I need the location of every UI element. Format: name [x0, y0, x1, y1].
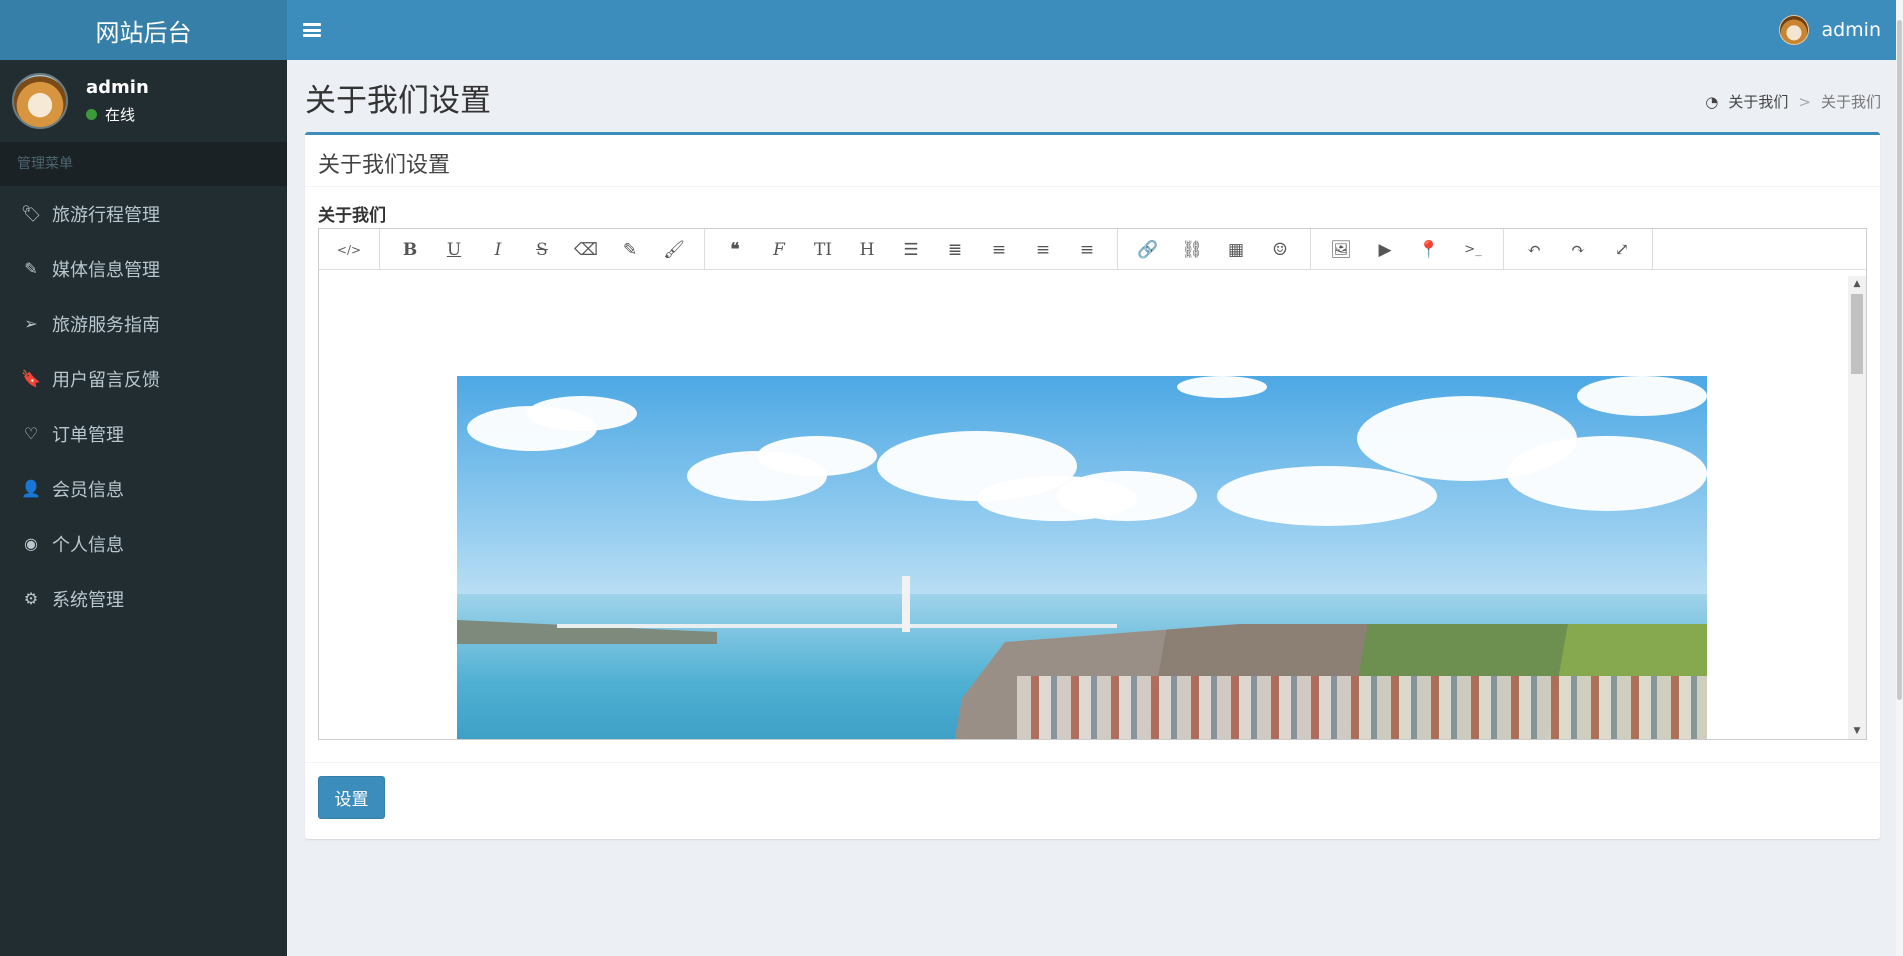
box-footer: 设置 — [305, 762, 1880, 832]
user-menu[interactable]: admin — [1779, 15, 1881, 45]
breadcrumb-home-link[interactable]: 关于我们 — [1728, 91, 1788, 112]
sidebar-item-guide[interactable]: ➢ 旅游服务指南 — [0, 296, 287, 351]
breadcrumb-separator: > — [1798, 92, 1811, 111]
editor-toolbar: </> B U I S ⌫ ✎ 🖌 ❝ F TI H ☰ ≣ ≡ ≡ ≡ 🔗 ⛓… — [319, 229, 1866, 270]
avatar — [1779, 15, 1810, 45]
top-navbar: admin — [287, 0, 1903, 60]
tags-icon: 🏷 — [20, 204, 42, 223]
eraser-icon[interactable]: ⌫ — [564, 229, 608, 270]
breadcrumb: ◔ 关于我们 > 关于我们 — [1705, 91, 1881, 112]
scroll-up-icon[interactable]: ▲ — [1848, 276, 1866, 292]
status-text: 在线 — [105, 106, 136, 124]
app-logo[interactable]: 网站后台 — [0, 0, 287, 60]
link-icon[interactable]: 🔗 — [1126, 229, 1170, 270]
table-icon[interactable]: ▦ — [1214, 229, 1258, 270]
text-height-icon[interactable]: TI — [801, 229, 845, 270]
header-icon[interactable]: H — [845, 229, 889, 270]
strikethrough-icon[interactable]: S — [520, 229, 564, 270]
pencil-icon: ✎ — [24, 259, 38, 278]
code-view-icon[interactable]: </> — [327, 229, 371, 270]
sidebar-item-travel[interactable]: 🏷 旅游行程管理 — [0, 186, 287, 241]
redo-icon[interactable]: ↷ — [1556, 229, 1600, 270]
page-scroll-thumb[interactable] — [1897, 20, 1902, 700]
undo-icon[interactable]: ↶ — [1512, 229, 1556, 270]
sidebar-item-feedback[interactable]: 🔖 用户留言反馈 — [0, 351, 287, 406]
menu-header: 管理菜单 — [0, 142, 287, 186]
sidebar-item-label: 订单管理 — [52, 424, 124, 446]
align-left-icon[interactable]: ≡ — [977, 229, 1021, 270]
settings-box: 关于我们设置 关于我们 </> B U I S ⌫ ✎ 🖌 ❝ F TI H ☰ — [305, 132, 1880, 839]
align-right-icon[interactable]: ≡ — [1065, 229, 1109, 270]
brush-icon[interactable]: 🖌 — [652, 229, 696, 270]
breadcrumb-current: 关于我们 — [1820, 93, 1881, 111]
content-header: 关于我们设置 ◔ 关于我们 > 关于我们 — [305, 75, 1881, 120]
bold-icon[interactable]: B — [388, 229, 432, 270]
emoji-icon[interactable]: ☺ — [1258, 229, 1302, 270]
online-dot-icon — [86, 109, 97, 120]
page-title: 关于我们设置 — [305, 83, 491, 119]
sidebar-item-system[interactable]: ⚙ 系统管理 — [0, 571, 287, 626]
font-icon[interactable]: F — [757, 229, 801, 270]
sidebar-item-label: 媒体信息管理 — [52, 259, 160, 281]
sidebar-toggle-icon[interactable] — [303, 23, 321, 37]
sidebar-item-label: 个人信息 — [52, 534, 124, 556]
fullscreen-icon[interactable]: ⤢ — [1600, 229, 1644, 270]
quote-icon[interactable]: ❝ — [713, 229, 757, 270]
bullet-list-icon[interactable]: ☰ — [889, 229, 933, 270]
sidebar: admin 在线 管理菜单 🏷 旅游行程管理 ✎ 媒体信息管理 ➢ 旅游服务指南… — [0, 60, 287, 956]
scroll-thumb[interactable] — [1851, 294, 1863, 374]
sidebar-item-label: 旅游服务指南 — [52, 314, 160, 336]
numbered-list-icon[interactable]: ≣ — [933, 229, 977, 270]
image-icon[interactable]: 🖼 — [1319, 229, 1363, 270]
user-icon: 👤 — [21, 479, 41, 498]
user-circle-icon: ◉ — [24, 534, 38, 553]
rich-text-editor[interactable]: </> B U I S ⌫ ✎ 🖌 ❝ F TI H ☰ ≣ ≡ ≡ ≡ 🔗 ⛓… — [318, 228, 1867, 740]
editor-content-area[interactable]: ▲ ▼ — [319, 270, 1866, 739]
sidebar-item-label: 会员信息 — [52, 479, 124, 501]
editor-scrollbar[interactable]: ▲ ▼ — [1848, 276, 1866, 739]
sidebar-item-label: 系统管理 — [52, 589, 124, 611]
page-scrollbar[interactable] — [1896, 0, 1903, 956]
status-badge: 在线 — [86, 104, 149, 125]
video-icon[interactable]: ▶ — [1363, 229, 1407, 270]
dashboard-icon: ◔ — [1705, 92, 1719, 111]
map-marker-icon[interactable]: 📍 — [1407, 229, 1451, 270]
avatar — [12, 73, 68, 129]
scroll-down-icon[interactable]: ▼ — [1848, 723, 1866, 739]
sidebar-item-members[interactable]: 👤 会员信息 — [0, 461, 287, 516]
box-title: 关于我们设置 — [305, 135, 1880, 187]
align-center-icon[interactable]: ≡ — [1021, 229, 1065, 270]
navbar-user-name: admin — [1821, 19, 1881, 41]
sidebar-item-profile[interactable]: ◉ 个人信息 — [0, 516, 287, 571]
heart-icon: ♡ — [23, 424, 39, 443]
about-field-label: 关于我们 — [318, 206, 386, 226]
paper-plane-icon: ➢ — [24, 314, 38, 333]
pencil-icon[interactable]: ✎ — [608, 229, 652, 270]
coastal-city-photo — [457, 376, 1707, 739]
unlink-icon[interactable]: ⛓ — [1170, 229, 1214, 270]
underline-icon[interactable]: U — [432, 229, 476, 270]
user-panel: admin 在线 — [0, 60, 287, 142]
sidebar-user-name: admin — [86, 77, 149, 98]
submit-button[interactable]: 设置 — [318, 776, 385, 819]
sidebar-item-label: 用户留言反馈 — [52, 369, 160, 391]
terminal-icon[interactable]: >_ — [1451, 229, 1495, 270]
gear-icon: ⚙ — [23, 589, 39, 608]
italic-icon[interactable]: I — [476, 229, 520, 270]
bookmark-icon: 🔖 — [21, 369, 41, 388]
sidebar-item-label: 旅游行程管理 — [52, 204, 160, 226]
sidebar-item-media[interactable]: ✎ 媒体信息管理 — [0, 241, 287, 296]
sidebar-item-orders[interactable]: ♡ 订单管理 — [0, 406, 287, 461]
